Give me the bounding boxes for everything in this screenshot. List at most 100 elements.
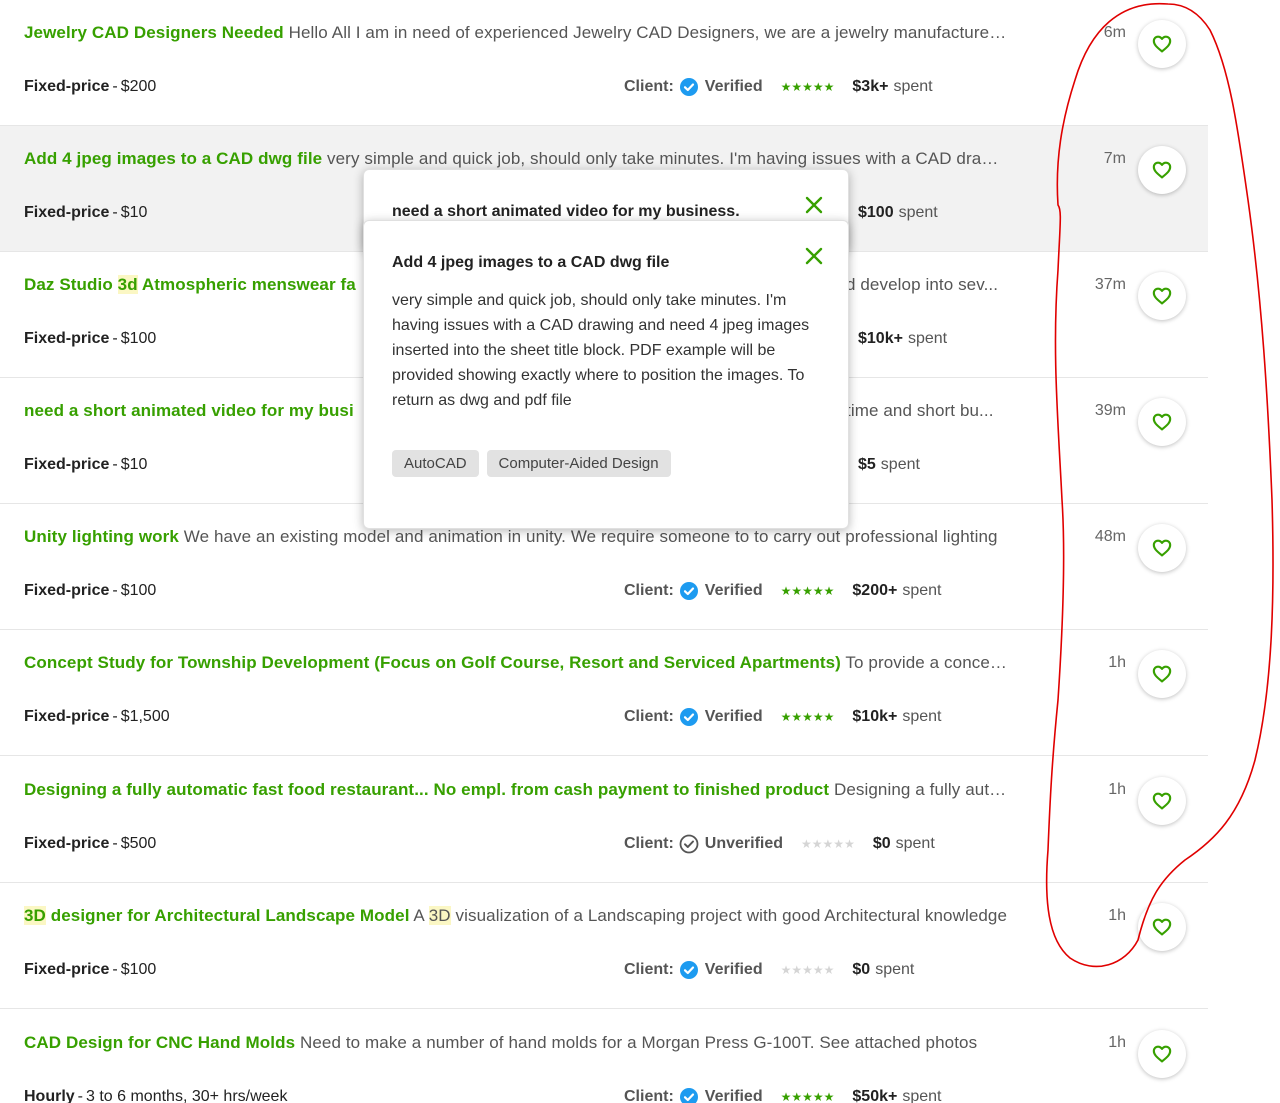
client-label: Client:: [624, 961, 674, 978]
save-job-button[interactable]: [1138, 146, 1186, 194]
client-label: Client:: [624, 582, 674, 599]
price-value: $10: [120, 456, 148, 473]
client-info: $100 spent: [858, 203, 938, 223]
verification-status: Verified: [704, 1088, 763, 1103]
verification-status: Verified: [704, 961, 763, 978]
spent-label: spent: [902, 1088, 942, 1103]
save-job-button[interactable]: [1138, 524, 1186, 572]
save-job-button[interactable]: [1138, 398, 1186, 446]
job-row: Jewelry CAD Designers Needed Hello All I…: [0, 0, 1208, 126]
posted-time: 6m: [1103, 24, 1126, 41]
save-job-button[interactable]: [1138, 903, 1186, 951]
client-label: Client:: [624, 78, 674, 95]
job-price: Hourly -3 to 6 months, 30+ hrs/week: [24, 1087, 287, 1103]
job-snippet: We have an existing model and animation …: [183, 527, 998, 546]
price-separator: -: [112, 708, 118, 725]
job-line: CAD Design for CNC Hand Molds Need to ma…: [24, 1033, 1009, 1053]
job-line: Designing a fully automatic fast food re…: [24, 780, 1009, 800]
close-icon[interactable]: [805, 196, 823, 214]
heart-outline-icon: [1152, 413, 1172, 431]
price-separator: -: [112, 582, 118, 599]
spent-amount: $50k+: [852, 1088, 898, 1103]
price-type: Fixed-price: [24, 835, 110, 852]
spent-amount: $5: [858, 456, 876, 473]
job-price: Fixed-price - $10: [24, 455, 147, 475]
popup-description: very simple and quick job, should only t…: [392, 292, 810, 409]
search-highlight: 3D: [24, 906, 46, 925]
job-price: Fixed-price - $500: [24, 834, 156, 854]
spent-label: spent: [893, 78, 933, 95]
job-snippet: A 3D visualization of a Landscaping proj…: [410, 906, 1008, 925]
job-title[interactable]: Concept Study for Township Development (…: [24, 653, 841, 672]
close-icon[interactable]: [805, 247, 823, 265]
price-value: $100: [120, 582, 157, 599]
job-price: Fixed-price - $200: [24, 77, 156, 97]
skill-tags: AutoCAD Computer-Aided Design: [392, 450, 671, 477]
job-snippet: d develop into sev...: [846, 275, 999, 294]
price-separator: -: [112, 961, 118, 978]
spent-amount: $200+: [852, 582, 898, 599]
save-job-button[interactable]: [1138, 650, 1186, 698]
price-separator: -: [112, 330, 118, 347]
client-info: $10k+ spent: [858, 329, 947, 349]
skill-tag[interactable]: Computer-Aided Design: [486, 450, 671, 477]
star-rating: ★★★★★: [780, 710, 835, 724]
spent-amount: $3k+: [852, 78, 889, 95]
client-info: $5 spent: [858, 455, 920, 475]
job-title[interactable]: Jewelry CAD Designers Needed: [24, 23, 284, 42]
job-title-text: Atmospheric menswear fa: [137, 275, 356, 294]
posted-time: 48m: [1094, 528, 1126, 545]
spent-amount: $0: [852, 961, 871, 978]
job-line: 3D designer for Architectural Landscape …: [24, 906, 1009, 926]
spent-amount: $10k+: [852, 708, 898, 725]
client-info: Client: Verified ★★★★★ $10k+ spent: [624, 707, 941, 727]
price-separator: -: [112, 204, 118, 221]
heart-outline-icon: [1152, 287, 1172, 305]
posted-time: 1h: [1108, 781, 1126, 798]
job-title[interactable]: Daz Studio 3d Atmospheric menswear fa: [24, 275, 356, 294]
save-job-button[interactable]: [1138, 777, 1186, 825]
star-rating: ★★★★★: [801, 837, 855, 851]
heart-outline-icon: [1152, 792, 1172, 810]
job-title[interactable]: CAD Design for CNC Hand Molds: [24, 1033, 295, 1052]
job-title[interactable]: need a short animated video for my busi: [24, 401, 354, 420]
spent-label: spent: [880, 456, 920, 473]
posted-time: 7m: [1103, 150, 1126, 167]
job-line: Concept Study for Township Development (…: [24, 653, 1009, 673]
check-badge-icon: [679, 582, 698, 600]
spent-amount: $0: [872, 835, 891, 852]
job-title[interactable]: Unity lighting work: [24, 527, 179, 546]
job-title[interactable]: Designing a fully automatic fast food re…: [24, 780, 829, 799]
heart-outline-icon: [1152, 1045, 1172, 1063]
save-job-button[interactable]: [1138, 272, 1186, 320]
spent-label: spent: [902, 708, 942, 725]
job-price: Fixed-price - $10: [24, 203, 147, 223]
heart-outline-icon: [1152, 918, 1172, 936]
posted-time: 37m: [1094, 276, 1126, 293]
job-snippet: To provide a concept study: [845, 653, 1009, 672]
search-highlight: 3d: [117, 275, 138, 294]
job-price: Fixed-price - $100: [24, 329, 156, 349]
job-price: Fixed-price - $1,500: [24, 707, 170, 727]
check-badge-icon: [679, 961, 698, 979]
client-info: Client: Verified ★★★★★ $50k+ spent: [624, 1087, 941, 1103]
spent-label: spent: [875, 961, 915, 978]
price-type: Fixed-price: [24, 78, 110, 95]
save-job-button[interactable]: [1138, 20, 1186, 68]
price-value: $100: [120, 961, 157, 978]
verification-status: Verified: [704, 708, 763, 725]
job-snippet: Need to make a number of hand molds for …: [299, 1033, 978, 1052]
job-row: 3D designer for Architectural Landscape …: [0, 883, 1208, 1009]
skill-tag[interactable]: AutoCAD: [392, 450, 479, 477]
job-title[interactable]: 3D designer for Architectural Landscape …: [24, 906, 410, 925]
check-circle-outline-icon: [679, 834, 699, 854]
save-job-button[interactable]: [1138, 1030, 1186, 1078]
job-title[interactable]: Add 4 jpeg images to a CAD dwg file: [24, 149, 322, 168]
spent-label: spent: [895, 835, 935, 852]
price-separator: -: [112, 78, 118, 95]
check-badge-icon: [679, 1088, 698, 1103]
job-line: Unity lighting work We have an existing …: [24, 527, 1009, 547]
verification-status: Verified: [704, 582, 763, 599]
price-type: Fixed-price: [24, 961, 110, 978]
price-value: $100: [120, 330, 157, 347]
